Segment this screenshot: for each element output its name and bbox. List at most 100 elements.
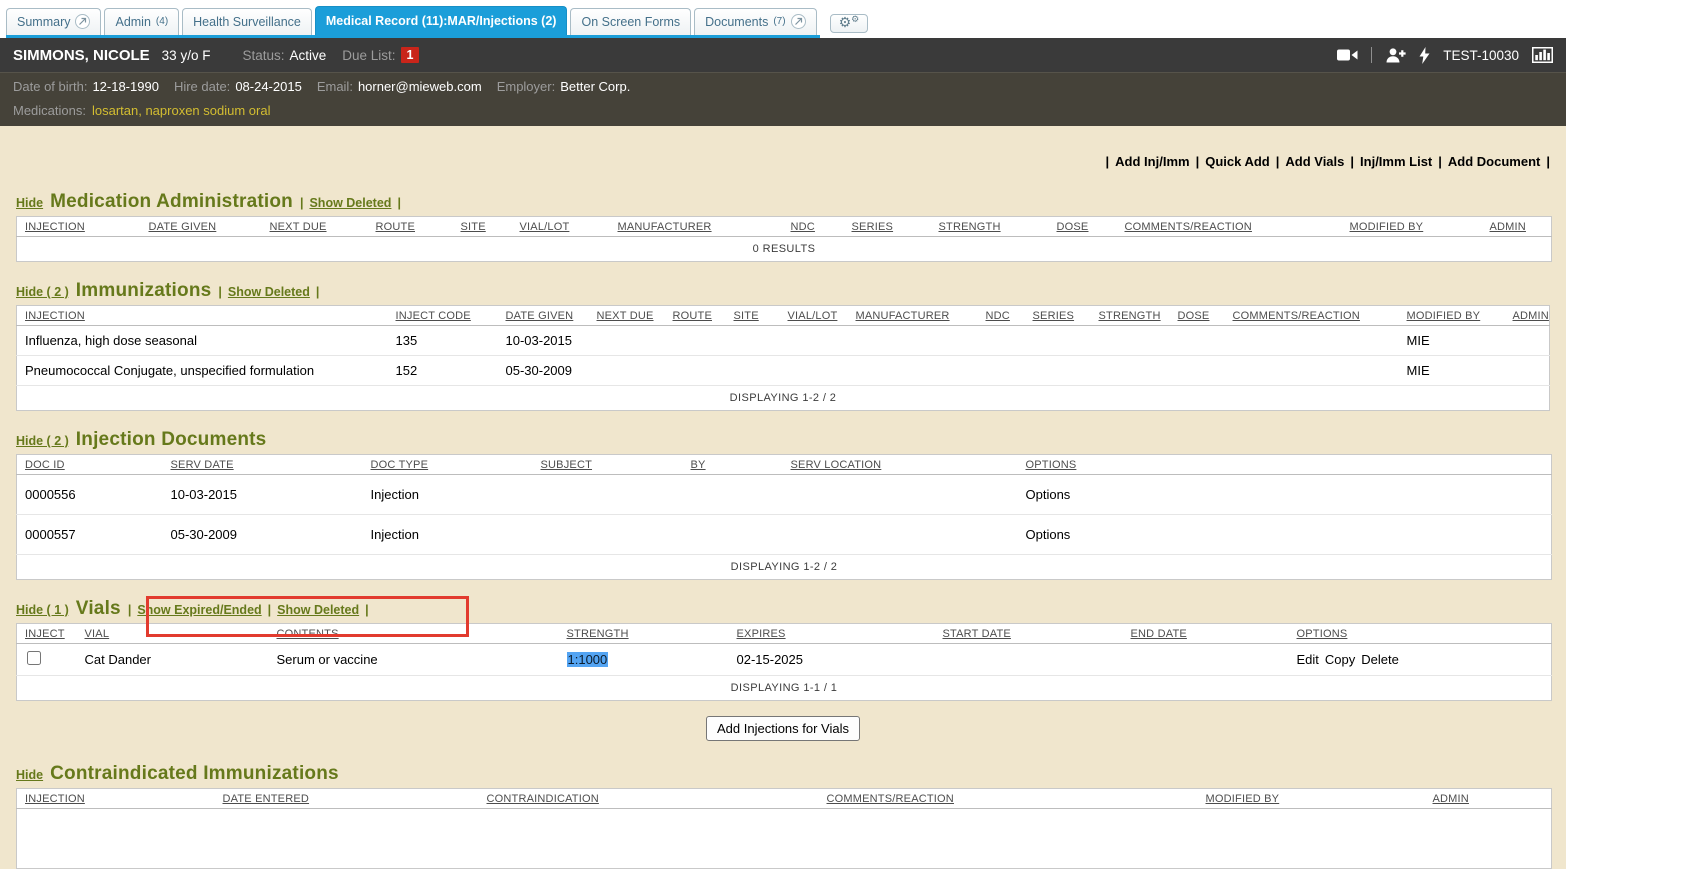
column-header-ndc[interactable]: NDC xyxy=(791,221,815,233)
column-header-strength[interactable]: STRENGTH xyxy=(1099,310,1161,322)
column-header-serv-date[interactable]: SERV DATE xyxy=(171,459,234,471)
column-header-route[interactable]: ROUTE xyxy=(376,221,416,233)
tab-medical-record[interactable]: Medical Record (11):MAR/Injections (2) xyxy=(315,6,568,35)
table-footer: 0 RESULTS xyxy=(17,237,1552,262)
hide-link[interactable]: Hide xyxy=(16,196,43,210)
table-cell: 152 xyxy=(388,356,498,386)
video-camera-icon[interactable] xyxy=(1337,48,1358,62)
add-inj-imm-link[interactable]: Add Inj/Imm xyxy=(1115,154,1189,169)
column-header-doc-type[interactable]: DOC TYPE xyxy=(371,459,429,471)
table-cell xyxy=(780,326,848,356)
tab-label: Medical Record (11):MAR/Injections (2) xyxy=(326,14,557,28)
column-header-options[interactable]: OPTIONS xyxy=(1297,628,1348,640)
hide-link[interactable]: Hide ( 2 ) xyxy=(16,434,69,448)
column-header-serv-location[interactable]: SERV LOCATION xyxy=(791,459,882,471)
column-header-dose[interactable]: DOSE xyxy=(1178,310,1210,322)
show-deleted-link[interactable]: Show Deleted xyxy=(277,603,359,617)
column-header-expires[interactable]: EXPIRES xyxy=(737,628,786,640)
delete-link[interactable]: Delete xyxy=(1361,652,1399,667)
add-person-icon[interactable] xyxy=(1385,47,1406,63)
column-header-series[interactable]: SERIES xyxy=(1033,310,1075,322)
column-header-contents[interactable]: CONTENTS xyxy=(277,628,339,640)
column-header-options[interactable]: OPTIONS xyxy=(1026,459,1077,471)
patient-id: TEST-10030 xyxy=(1443,48,1519,63)
popout-icon[interactable] xyxy=(791,14,806,29)
quick-add-link[interactable]: Quick Add xyxy=(1205,154,1270,169)
column-header-comments-reaction[interactable]: COMMENTS/REACTION xyxy=(1125,221,1252,233)
column-header-next-due[interactable]: NEXT DUE xyxy=(597,310,654,322)
column-header-dose[interactable]: DOSE xyxy=(1057,221,1089,233)
column-header-admin[interactable]: ADMIN xyxy=(1433,793,1469,805)
column-header-date-entered[interactable]: DATE ENTERED xyxy=(223,793,310,805)
bar-chart-icon[interactable] xyxy=(1532,47,1553,63)
inj-imm-list-link[interactable]: Inj/Imm List xyxy=(1360,154,1432,169)
table-cell xyxy=(848,356,978,386)
column-header-site[interactable]: SITE xyxy=(461,221,486,233)
add-document-link[interactable]: Add Document xyxy=(1448,154,1540,169)
hide-link[interactable]: Hide xyxy=(16,768,43,782)
popout-icon[interactable] xyxy=(75,14,90,29)
row-checkbox[interactable] xyxy=(27,651,41,665)
settings-gear-button[interactable]: ⚙⚙ xyxy=(830,14,869,33)
show-deleted-link[interactable]: Show Deleted xyxy=(309,196,391,210)
column-header-ndc[interactable]: NDC xyxy=(986,310,1010,322)
tab-on-screen-forms[interactable]: On Screen Forms xyxy=(570,8,691,35)
column-header-inject-code[interactable]: INJECT CODE xyxy=(396,310,471,322)
column-header-doc-id[interactable]: DOC ID xyxy=(25,459,65,471)
column-header-strength[interactable]: STRENGTH xyxy=(939,221,1001,233)
column-header-manufacturer[interactable]: MANUFACTURER xyxy=(856,310,950,322)
column-header-modified-by[interactable]: MODIFIED BY xyxy=(1206,793,1280,805)
lightning-icon[interactable] xyxy=(1419,47,1430,64)
column-header-injection[interactable]: INJECTION xyxy=(25,793,85,805)
medications-list[interactable]: losartan, naproxen sodium oral xyxy=(92,103,271,118)
tab-summary[interactable]: Summary xyxy=(6,8,101,35)
column-header-end-date[interactable]: END DATE xyxy=(1131,628,1187,640)
column-header-admin[interactable]: ADMIN xyxy=(1513,310,1549,322)
column-header-by[interactable]: BY xyxy=(691,459,706,471)
table-cell xyxy=(665,326,726,356)
gear-icon: ⚙ xyxy=(839,15,852,31)
tab-health-surveillance[interactable]: Health Surveillance xyxy=(182,8,312,35)
column-header-subject[interactable]: SUBJECT xyxy=(541,459,593,471)
hide-link[interactable]: Hide ( 2 ) xyxy=(16,285,69,299)
copy-link[interactable]: Copy xyxy=(1325,652,1355,667)
column-header-comments-reaction[interactable]: COMMENTS/REACTION xyxy=(827,793,954,805)
column-header-start-date[interactable]: START DATE xyxy=(943,628,1011,640)
add-injections-for-vials-button[interactable]: Add Injections for Vials xyxy=(706,716,860,741)
column-header-route[interactable]: ROUTE xyxy=(673,310,713,322)
column-header-next-due[interactable]: NEXT DUE xyxy=(270,221,327,233)
column-header-site[interactable]: SITE xyxy=(734,310,759,322)
show-expired-ended-link[interactable]: Show Expired/Ended xyxy=(137,603,261,617)
column-header-date-given[interactable]: DATE GIVEN xyxy=(506,310,574,322)
column-header-admin[interactable]: ADMIN xyxy=(1490,221,1526,233)
column-header-inject[interactable]: INJECT xyxy=(25,628,65,640)
column-header-strength[interactable]: STRENGTH xyxy=(567,628,629,640)
column-header-injection[interactable]: INJECTION xyxy=(25,310,85,322)
add-vials-link[interactable]: Add Vials xyxy=(1285,154,1344,169)
table-footer: DISPLAYING 1-2 / 2 xyxy=(17,386,1550,411)
column-header-contraindication[interactable]: CONTRAINDICATION xyxy=(487,793,599,805)
column-header-injection[interactable]: INJECTION xyxy=(25,221,85,233)
table-cell xyxy=(1025,326,1091,356)
column-header-vial[interactable]: VIAL xyxy=(85,628,110,640)
column-header-comments-reaction[interactable]: COMMENTS/REACTION xyxy=(1233,310,1360,322)
column-header-manufacturer[interactable]: MANUFACTURER xyxy=(618,221,712,233)
options-link[interactable]: Options xyxy=(1026,487,1071,502)
table-cell: 10-03-2015 xyxy=(498,326,589,356)
column-header-date-given[interactable]: DATE GIVEN xyxy=(149,221,217,233)
field-label: Hire date: xyxy=(174,79,230,94)
tab-admin[interactable]: Admin (4) xyxy=(104,8,179,35)
due-list-badge[interactable]: 1 xyxy=(401,47,420,63)
table-row: 000055610-03-2015InjectionOptions xyxy=(17,475,1552,515)
column-header-series[interactable]: SERIES xyxy=(852,221,894,233)
contraindicated-immunizations-table: INJECTION DATE ENTERED CONTRAINDICATION COM… xyxy=(16,788,1552,869)
tab-documents[interactable]: Documents (7) xyxy=(694,8,816,35)
column-header-modified-by[interactable]: MODIFIED BY xyxy=(1407,310,1481,322)
column-header-vial-lot[interactable]: VIAL/LOT xyxy=(788,310,838,322)
column-header-vial-lot[interactable]: VIAL/LOT xyxy=(520,221,570,233)
edit-link[interactable]: Edit xyxy=(1297,652,1319,667)
column-header-modified-by[interactable]: MODIFIED BY xyxy=(1350,221,1424,233)
hide-link[interactable]: Hide ( 1 ) xyxy=(16,603,69,617)
show-deleted-link[interactable]: Show Deleted xyxy=(228,285,310,299)
options-link[interactable]: Options xyxy=(1026,527,1071,542)
